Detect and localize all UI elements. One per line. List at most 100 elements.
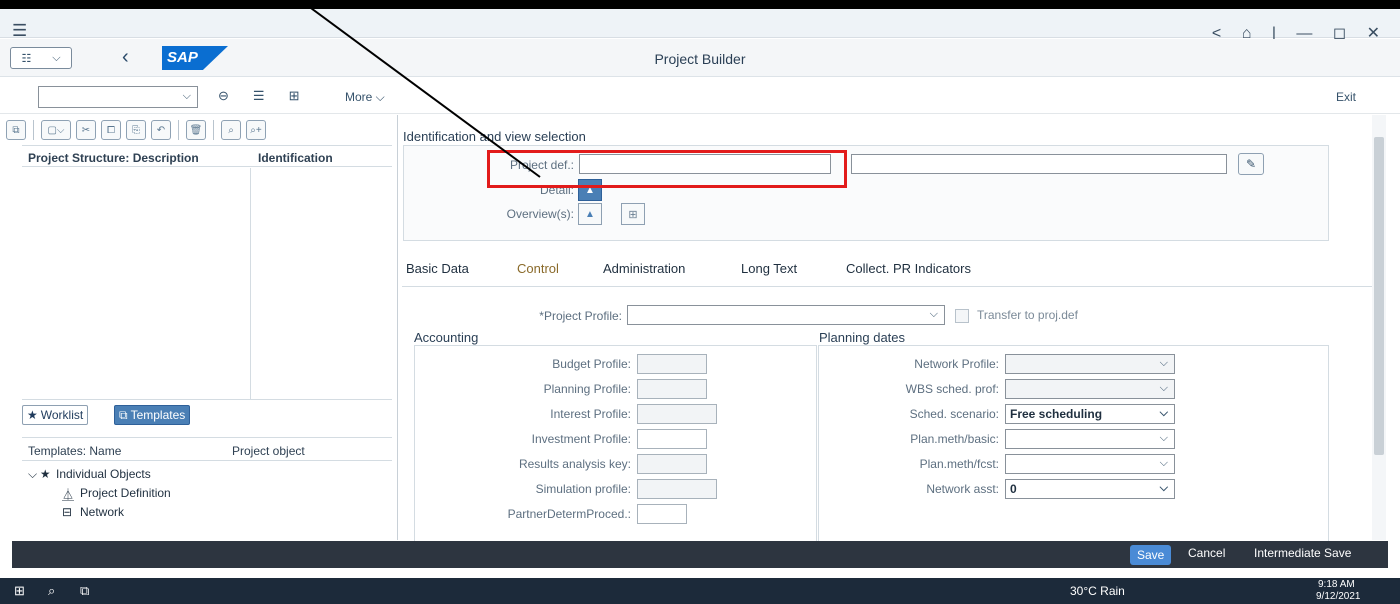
sched-scenario-label: Sched. scenario:	[909, 407, 999, 421]
detail-tabs: Basic Data Control Administration Long T…	[402, 255, 1372, 287]
chevron-down-icon: ⌵	[1159, 357, 1168, 369]
transfer-label: Transfer to proj.def	[977, 308, 1078, 322]
template-label: Individual Objects	[56, 467, 151, 481]
chevron-down-icon: ⌵	[182, 90, 191, 102]
section-title: Identification and view selection	[403, 129, 586, 144]
planning-profile-label: Planning Profile:	[543, 382, 631, 396]
cancel-button[interactable]: Cancel	[1188, 546, 1225, 560]
col-project-object: Project object	[232, 444, 305, 458]
network-asst-select[interactable]: 0 ⌵	[1005, 479, 1175, 499]
overview-structure-button[interactable]: ⊞	[621, 203, 645, 225]
investment-profile-input[interactable]	[637, 429, 707, 449]
overview-up-button[interactable]: ▲	[578, 203, 602, 225]
intermediate-save-button[interactable]: Intermediate Save	[1254, 546, 1351, 560]
search-icon[interactable]: ⌕	[48, 583, 55, 599]
project-profile-select[interactable]: ⌵	[627, 305, 945, 325]
hierarchy-icon[interactable]: ☰	[253, 88, 265, 104]
interest-profile-input[interactable]	[637, 404, 717, 424]
tab-templates[interactable]: ⧉ Templates	[114, 405, 191, 425]
project-profile-label: *Project Profile:	[539, 309, 622, 323]
more-label: More	[345, 90, 373, 104]
network-profile-select[interactable]: ⌵	[1005, 354, 1175, 374]
scrollbar-thumb[interactable]	[1374, 137, 1384, 455]
planning-profile-input[interactable]	[637, 379, 707, 399]
tab-long-text[interactable]: Long Text	[741, 261, 797, 276]
clock-time[interactable]: 9:18 AM	[1318, 579, 1355, 590]
sched-scenario-select[interactable]: Free scheduling ⌵	[1005, 404, 1175, 424]
tab-collect-pr[interactable]: Collect. PR Indicators	[846, 261, 971, 276]
save-button[interactable]: Save	[1130, 545, 1172, 565]
project-def-description[interactable]	[851, 154, 1227, 174]
simulation-profile-input[interactable]	[637, 479, 717, 499]
page-title: Project Builder	[654, 51, 746, 67]
tab-basic-data[interactable]: Basic Data	[406, 261, 469, 276]
app-toolbar: ⌵ ⊖ ☰ ⊞ More ⌵ Exit	[0, 78, 1400, 114]
cut-icon[interactable]: ✂	[76, 120, 96, 140]
results-analysis-input[interactable]	[637, 454, 707, 474]
copy-icon[interactable]: ⧠	[101, 120, 121, 140]
sched-scenario-value: Free scheduling	[1010, 407, 1103, 421]
os-taskbar: ⊞ ⌕ ⧉ 30°C Rain 9:18 AM 9/12/2021	[0, 578, 1400, 604]
glasses-icon[interactable]: ⊖	[218, 88, 229, 104]
plan-meth-basic-label: Plan.meth/basic:	[910, 432, 999, 446]
undo-icon[interactable]: ↶	[151, 120, 171, 140]
tab-administration[interactable]: Administration	[603, 261, 685, 276]
top-black-bar	[0, 0, 1400, 9]
accounting-title: Accounting	[414, 330, 479, 345]
separator	[178, 120, 179, 140]
interest-profile-label: Interest Profile:	[550, 407, 631, 421]
plan-meth-fcst-select[interactable]: ⌵	[1005, 454, 1175, 474]
open-icon[interactable]: ⧉	[6, 120, 26, 140]
command-select[interactable]: ⌵	[38, 86, 198, 108]
template-label: Project Definition	[80, 486, 171, 500]
list-item[interactable]: ⌵ ★ Individual Objects	[22, 465, 392, 484]
plan-meth-fcst-label: Plan.meth/fcst:	[919, 457, 999, 471]
budget-profile-input[interactable]	[637, 354, 707, 374]
wbs-sched-select[interactable]: ⌵	[1005, 379, 1175, 399]
star-icon: ★	[27, 408, 38, 422]
col-description: Project Structure: Description	[28, 151, 199, 165]
delete-icon[interactable]: 🗑	[186, 120, 206, 140]
partner-determ-input[interactable]	[637, 504, 687, 524]
separator	[33, 120, 34, 140]
left-toolbar: ⧉ ▢⌵ ✂ ⧠ ⎘ ↶ 🗑 ⌕ ⌕+	[6, 120, 266, 142]
search-next-icon[interactable]: ⌕+	[246, 120, 266, 140]
simulation-profile-label: Simulation profile:	[535, 482, 631, 496]
scrollbar[interactable]	[1372, 115, 1386, 540]
wbs-sched-label: WBS sched. prof:	[905, 382, 999, 396]
templates-header: Templates: Name Project object	[22, 437, 392, 461]
window-titlebar: ☰ < ⌂ | — ◻ ✕	[0, 9, 1400, 42]
toolbar-icons: ⊖ ☰ ⊞	[218, 88, 299, 104]
left-tabs: ★ Worklist ⧉ Templates	[0, 402, 398, 428]
windows-icon[interactable]: ⊞	[14, 583, 25, 599]
exit-button[interactable]: Exit	[1336, 90, 1356, 104]
paste-icon[interactable]: ⎘	[126, 120, 146, 140]
weather[interactable]: 30°C Rain	[1070, 584, 1125, 598]
list-item[interactable]: ⏅ Project Definition	[22, 484, 392, 503]
create-icon[interactable]: ▢⌵	[41, 120, 71, 140]
investment-profile-label: Investment Profile:	[531, 432, 631, 446]
chevron-down-icon: ⌵	[1159, 382, 1168, 394]
overview-label: Overview(s):	[506, 207, 574, 221]
task-view-icon[interactable]: ⧉	[80, 583, 89, 599]
separator	[213, 120, 214, 140]
transfer-checkbox[interactable]	[955, 309, 969, 323]
tab-worklist[interactable]: ★ Worklist	[22, 405, 89, 425]
edit-icon[interactable]: ✎	[1238, 153, 1264, 175]
planning-box: Network Profile: ⌵ WBS sched. prof: ⌵ Sc…	[818, 345, 1329, 545]
search-icon[interactable]: ⌕	[221, 120, 241, 140]
chevron-down-icon: ⌵	[1159, 407, 1168, 419]
plan-meth-basic-select[interactable]: ⌵	[1005, 429, 1175, 449]
list-item[interactable]: ⊟ Network	[22, 503, 392, 522]
project-tree[interactable]	[22, 168, 392, 400]
status-bar: Save Cancel Intermediate Save	[12, 541, 1388, 568]
clock-date[interactable]: 9/12/2021	[1316, 591, 1361, 602]
network-icon: ⊟	[62, 505, 73, 519]
tree-header: Project Structure: Description Identific…	[22, 145, 392, 167]
structure-icon[interactable]: ⊞	[289, 88, 300, 104]
tab-control[interactable]: Control	[517, 261, 559, 276]
hamburger-icon[interactable]: ☰	[12, 22, 27, 39]
more-button[interactable]: More ⌵	[345, 90, 385, 105]
col-identification: Identification	[258, 151, 333, 165]
col-template-name: Templates: Name	[28, 444, 122, 458]
